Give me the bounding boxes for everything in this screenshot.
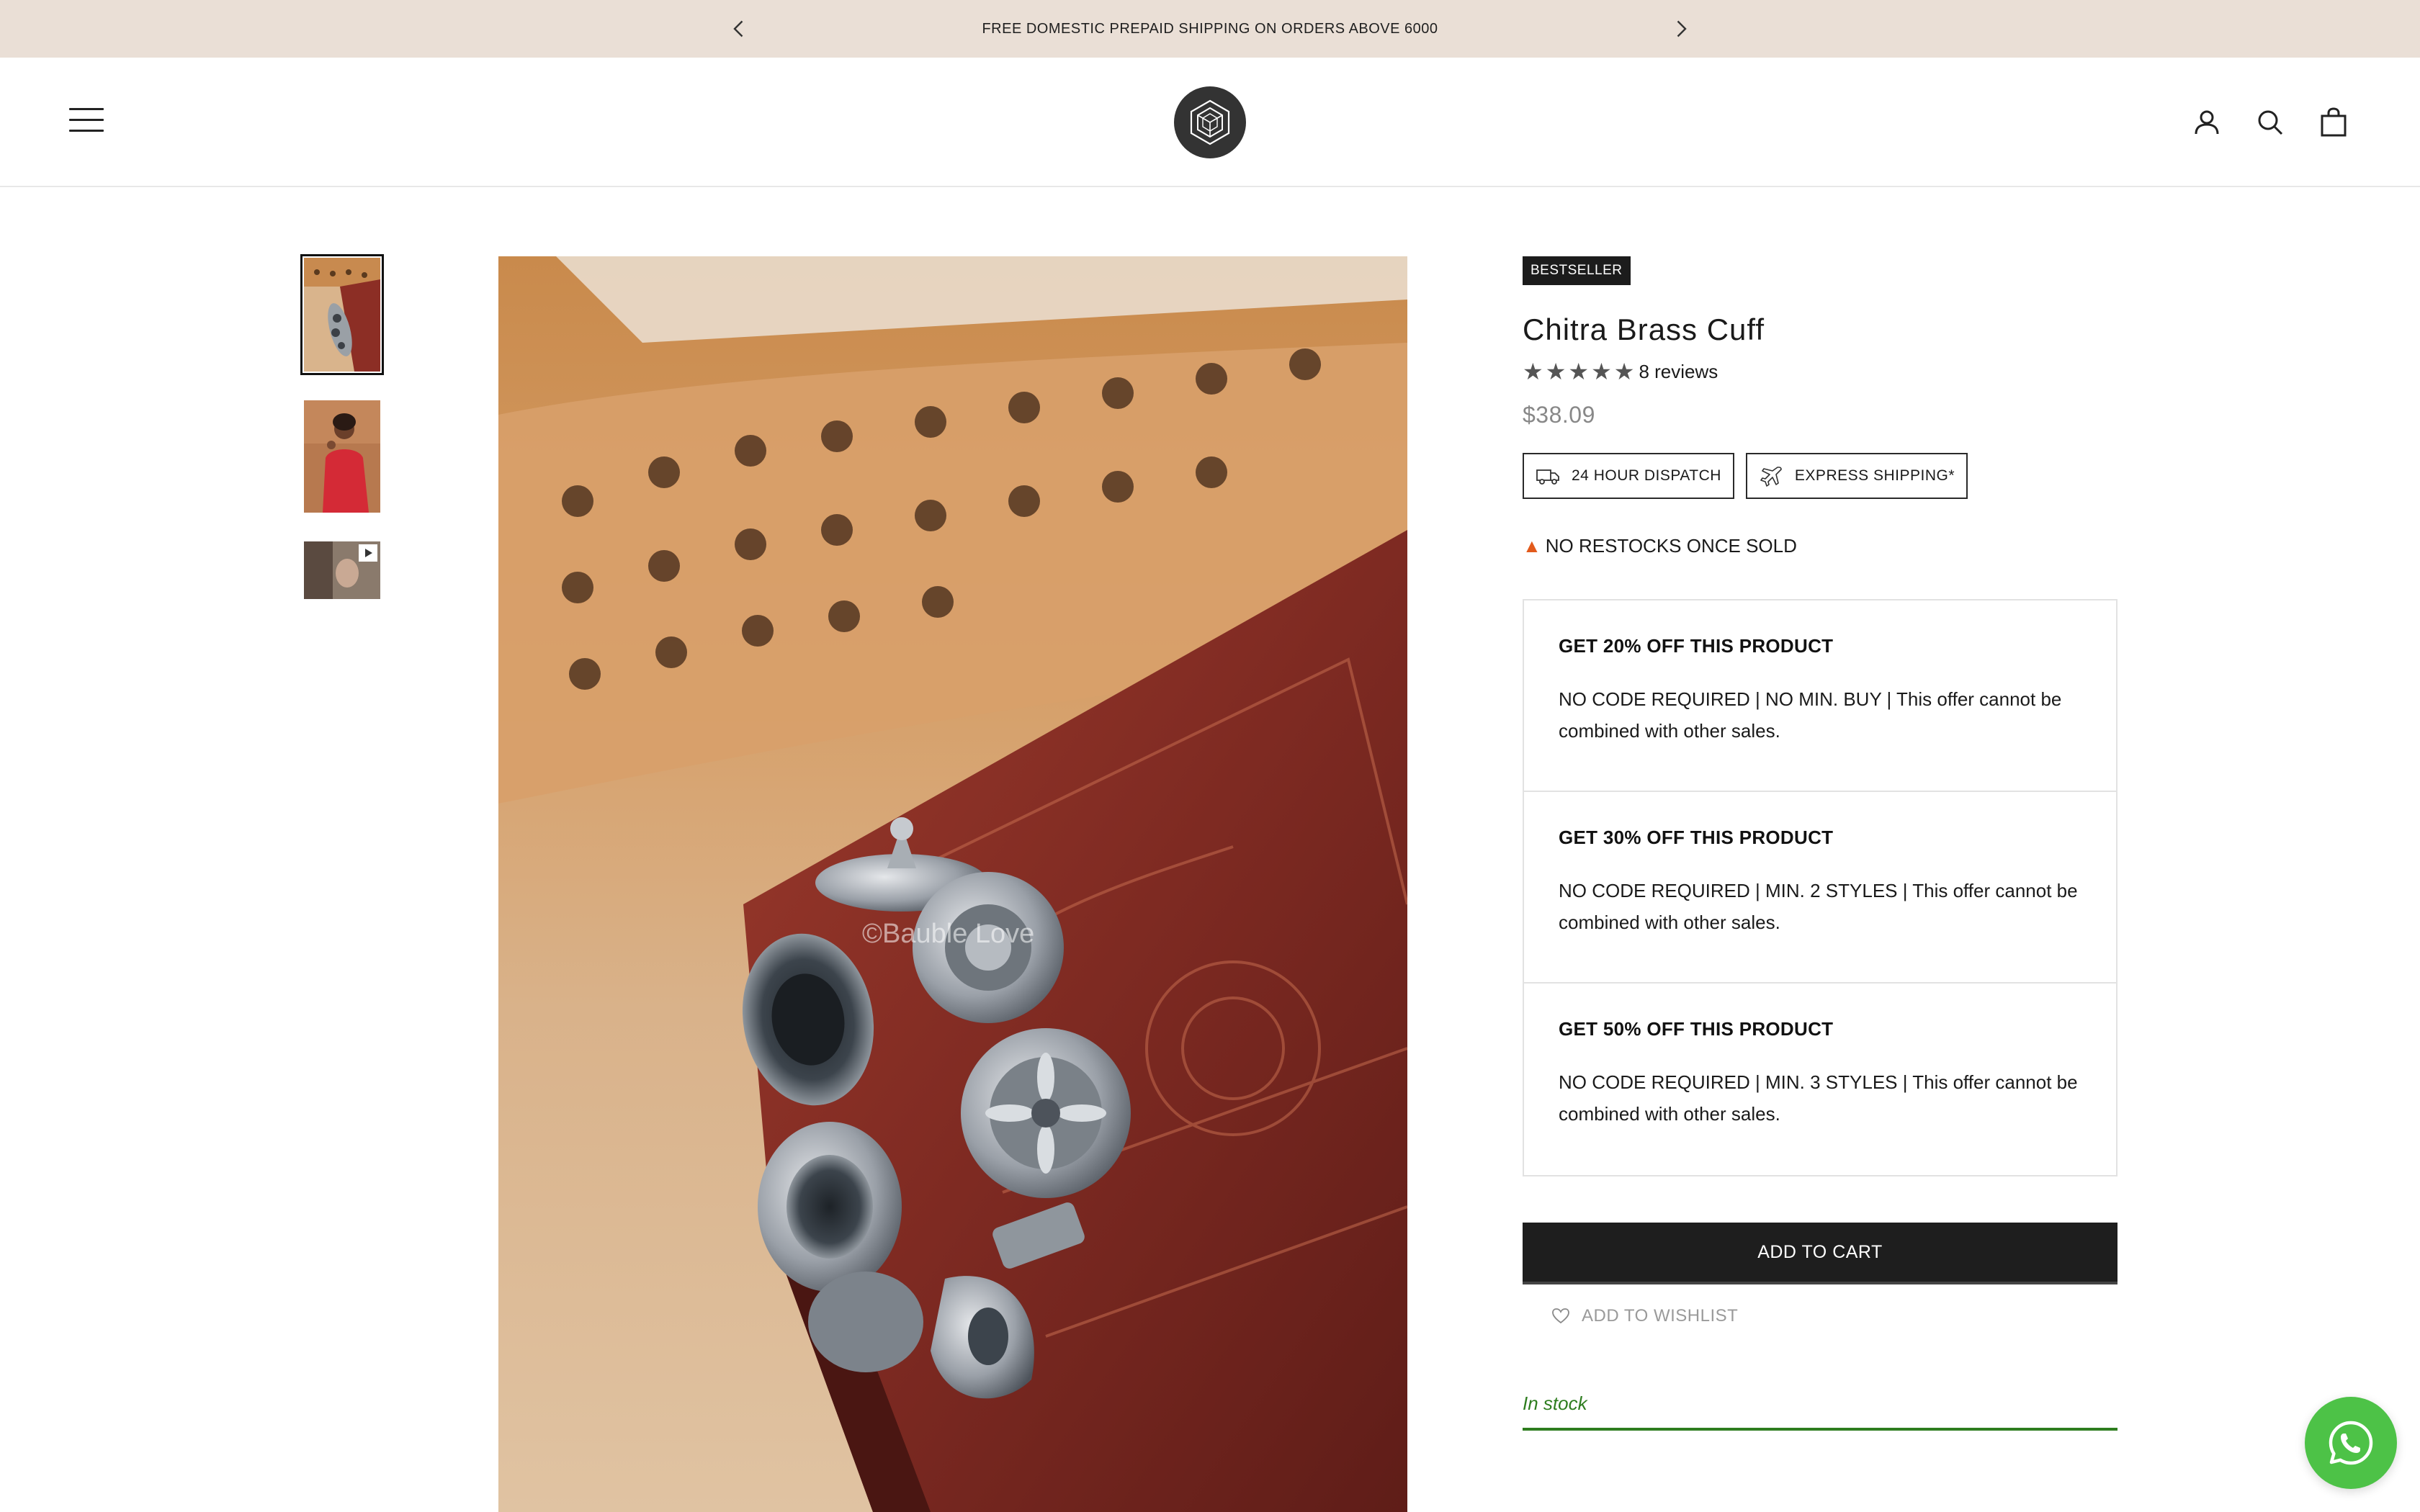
hexagon-logo-icon[interactable]: [1174, 86, 1246, 158]
account-icon[interactable]: [2190, 105, 2224, 140]
whatsapp-icon[interactable]: [2305, 1397, 2397, 1489]
main-product-image[interactable]: ©Bauble Love: [498, 256, 1407, 1512]
announcement-text: FREE DOMESTIC PREPAID SHIPPING ON ORDERS…: [982, 21, 1438, 37]
feature-badges: 24 HOUR DISPATCH EXPRESS SHIPPING*: [1523, 453, 2118, 499]
airplane-icon: [1760, 467, 1782, 487]
offer-title: GET 20% OFF THIS PRODUCT: [1559, 635, 1834, 657]
product-info: BESTSELLER Chitra Brass Cuff ★ ★ ★ ★ ★ 8 rev…: [1523, 256, 2118, 1431]
add-to-cart-button[interactable]: ADD TO CART: [1523, 1223, 2118, 1284]
express-shipping-badge: EXPRESS SHIPPING*: [1745, 453, 1968, 499]
no-restocks-text: NO RESTOCKS ONCE SOLD: [1545, 535, 1797, 557]
offer-item: GET 20% OFF THIS PRODUCT NO CODE REQUIRE…: [1524, 600, 2116, 792]
shopping-bag-icon[interactable]: [2316, 105, 2351, 140]
offers-box: GET 20% OFF THIS PRODUCT NO CODE REQUIRE…: [1523, 599, 2118, 1176]
reviews-link[interactable]: 8 reviews: [1639, 361, 1718, 383]
offer-description: NO CODE REQUIRED | NO MIN. BUY | This of…: [1559, 688, 2062, 742]
add-to-wishlist-button[interactable]: ADD TO WISHLIST: [1551, 1306, 2118, 1326]
stock-indicator-bar: [1523, 1428, 2118, 1431]
express-shipping-label: EXPRESS SHIPPING*: [1794, 467, 1955, 484]
star-rating-icon: ★ ★ ★ ★ ★: [1523, 359, 1635, 384]
offer-item: GET 50% OFF THIS PRODUCT NO CODE REQUIRE…: [1524, 984, 2116, 1175]
thumbnail-cuff-on-book[interactable]: [300, 254, 384, 375]
stock-status: In stock: [1523, 1392, 1587, 1414]
thumbnail-model-red-outfit[interactable]: [304, 400, 380, 513]
wishlist-label: ADD TO WISHLIST: [1582, 1306, 1739, 1326]
offer-item: GET 30% OFF THIS PRODUCT NO CODE REQUIRE…: [1524, 792, 2116, 984]
product-price: $38.09: [1523, 402, 1595, 428]
hamburger-menu-icon[interactable]: [69, 108, 104, 137]
thumbnail-video[interactable]: [304, 541, 380, 599]
offer-description: NO CODE REQUIRED | MIN. 2 STYLES | This …: [1559, 880, 2078, 933]
product-rating[interactable]: ★ ★ ★ ★ ★ 8 reviews: [1523, 360, 2118, 383]
offer-title: GET 50% OFF THIS PRODUCT: [1559, 1018, 1834, 1040]
chevron-right-icon[interactable]: [1668, 16, 1694, 42]
site-header: [0, 58, 2420, 187]
no-restocks-notice: ▲ NO RESTOCKS ONCE SOLD: [1523, 535, 2118, 557]
search-icon[interactable]: [2253, 105, 2287, 140]
dispatch-badge: 24 HOUR DISPATCH: [1523, 453, 1734, 499]
dispatch-label: 24 HOUR DISPATCH: [1572, 467, 1721, 484]
product-title: Chitra Brass Cuff: [1523, 312, 1765, 346]
fire-icon: ▲: [1523, 535, 1541, 557]
image-watermark: ©Bauble Love: [862, 919, 1035, 949]
announcement-bar: FREE DOMESTIC PREPAID SHIPPING ON ORDERS…: [0, 0, 2420, 58]
bestseller-badge: BESTSELLER: [1523, 256, 1631, 285]
heart-icon: [1552, 1308, 1569, 1324]
delivery-truck-icon: [1536, 469, 1559, 485]
offer-title: GET 30% OFF THIS PRODUCT: [1559, 827, 1834, 848]
offer-description: NO CODE REQUIRED | MIN. 3 STYLES | This …: [1559, 1071, 2078, 1125]
